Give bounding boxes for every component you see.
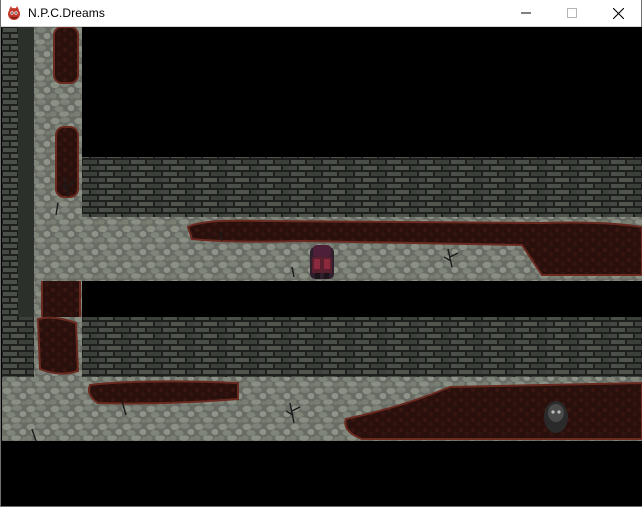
red-creature-icon bbox=[8, 6, 20, 20]
close-button[interactable] bbox=[595, 0, 641, 26]
title-bar[interactable]: N.P.C.Dreams bbox=[1, 0, 641, 27]
maximize-icon bbox=[567, 8, 577, 18]
shadow-creature bbox=[544, 401, 568, 433]
window-controls bbox=[503, 0, 641, 26]
game-window: N.P.C.Dreams bbox=[0, 0, 642, 507]
close-icon bbox=[612, 7, 624, 19]
window-title: N.P.C.Dreams bbox=[28, 6, 105, 20]
player-character bbox=[310, 245, 334, 279]
maximize-button[interactable] bbox=[549, 0, 595, 26]
game-viewport[interactable] bbox=[2, 27, 642, 506]
minimize-icon bbox=[521, 12, 531, 14]
minimize-button[interactable] bbox=[503, 0, 549, 26]
dungeon-map bbox=[2, 27, 642, 506]
